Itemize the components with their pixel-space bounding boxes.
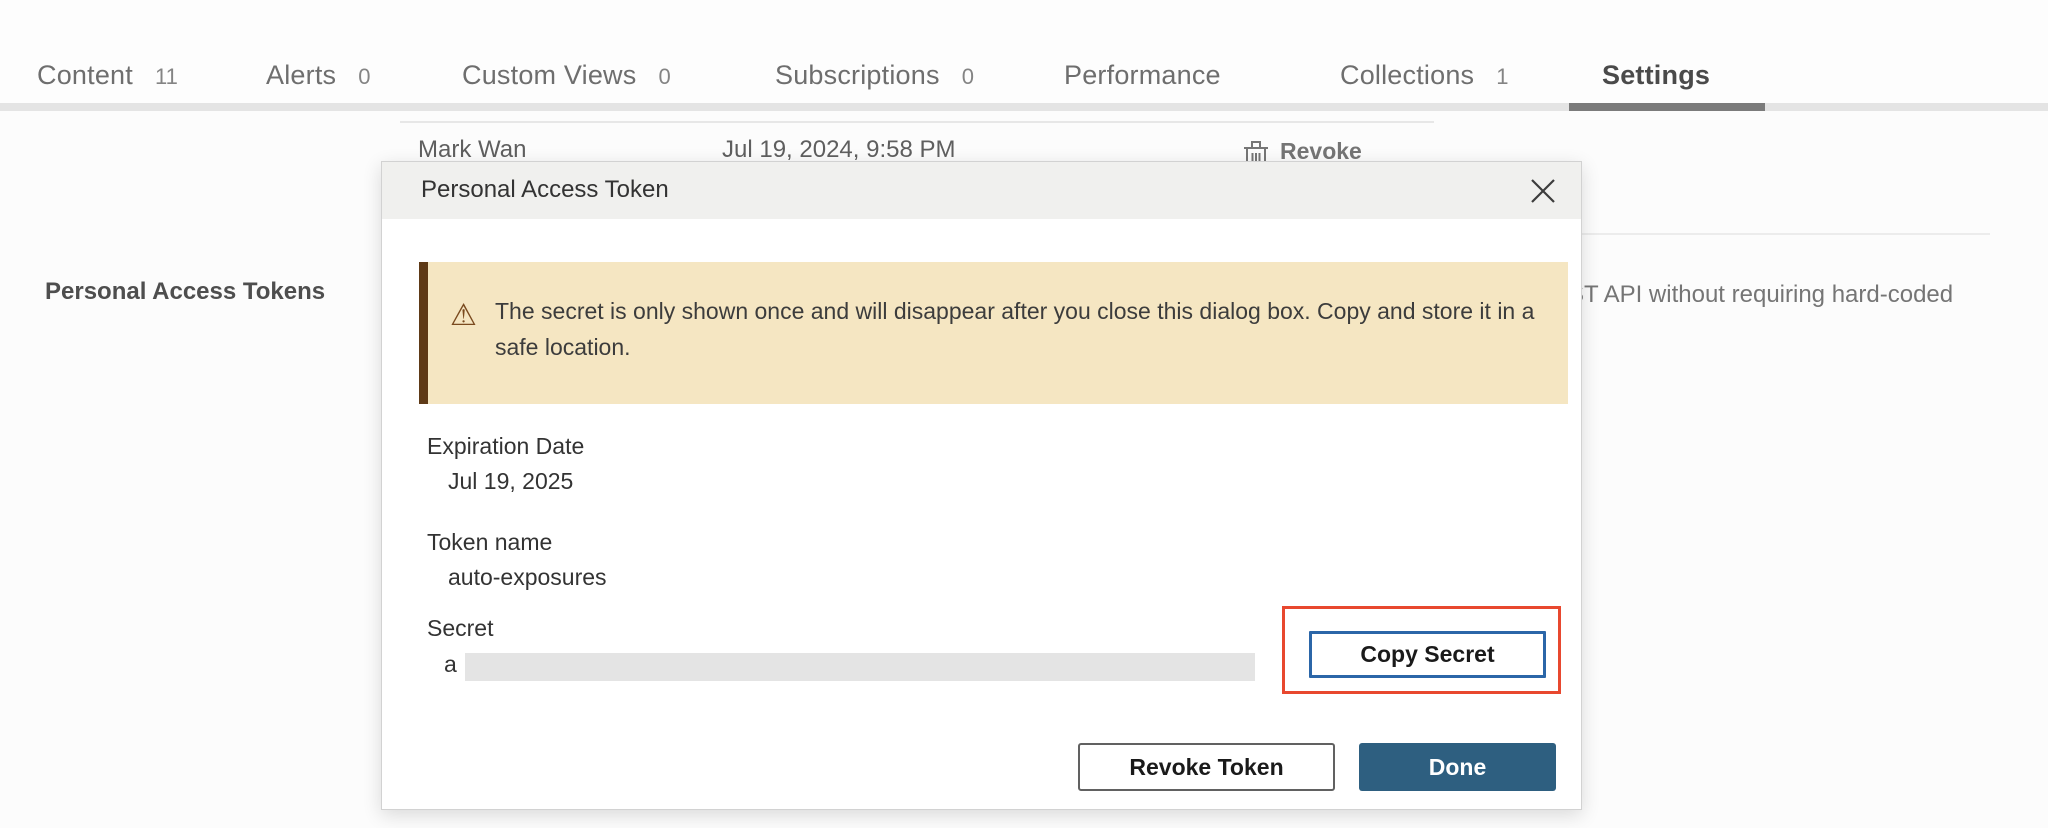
dialog-header: Personal Access Token [382, 162, 1581, 219]
tab-count: 0 [658, 64, 670, 90]
secret-redacted-bar [465, 653, 1255, 681]
tab-bar: Content 11 Alerts 0 Custom Views 0 Subsc… [0, 0, 2048, 110]
tab-label: Custom Views [462, 60, 636, 91]
done-button[interactable]: Done [1359, 743, 1556, 791]
tab-label: Collections [1340, 60, 1474, 91]
copy-secret-button[interactable]: Copy Secret [1309, 631, 1546, 678]
secret-value-visible-char: a [444, 651, 457, 678]
secret-warning-banner: ⚠ The secret is only shown once and will… [419, 262, 1568, 404]
tab-content[interactable]: Content 11 [37, 60, 178, 91]
tab-label: Alerts [266, 60, 336, 91]
pat-description-text: ST API without requiring hard-coded [1568, 281, 1953, 309]
tab-count: 1 [1496, 64, 1508, 90]
warning-icon: ⚠ [450, 298, 477, 333]
tab-label: Subscriptions [775, 60, 940, 91]
tab-label: Content [37, 60, 133, 91]
token-row-timestamp: Jul 19, 2024, 9:58 PM [722, 136, 955, 164]
token-name-value: auto-exposures [448, 564, 607, 591]
section-label-personal-access-tokens: Personal Access Tokens [45, 278, 325, 306]
warning-text: The secret is only shown once and will d… [495, 293, 1555, 365]
dialog-title: Personal Access Token [421, 176, 669, 204]
tab-label: Performance [1064, 60, 1221, 91]
tab-label: Settings [1602, 60, 1710, 91]
tab-count: 11 [155, 64, 178, 90]
expiration-date-value: Jul 19, 2025 [448, 468, 573, 495]
close-icon[interactable] [1525, 173, 1561, 209]
tab-count: 0 [358, 64, 370, 90]
revoke-token-button[interactable]: Revoke Token [1078, 743, 1335, 791]
table-row-divider [400, 121, 1434, 123]
secret-label: Secret [427, 615, 493, 642]
tab-custom-views[interactable]: Custom Views 0 [462, 60, 671, 91]
tab-alerts[interactable]: Alerts 0 [266, 60, 370, 91]
personal-access-token-dialog: Personal Access Token ⚠ The secret is on… [381, 161, 1582, 810]
tab-subscriptions[interactable]: Subscriptions 0 [775, 60, 974, 91]
tab-count: 0 [962, 64, 974, 90]
token-name-label: Token name [427, 529, 552, 556]
tab-collections[interactable]: Collections 1 [1340, 60, 1509, 91]
expiration-date-label: Expiration Date [427, 433, 584, 460]
tab-performance[interactable]: Performance [1064, 60, 1221, 91]
active-tab-underline [1569, 103, 1765, 111]
token-row-user: Mark Wan [418, 136, 526, 164]
tab-settings[interactable]: Settings [1602, 60, 1710, 91]
